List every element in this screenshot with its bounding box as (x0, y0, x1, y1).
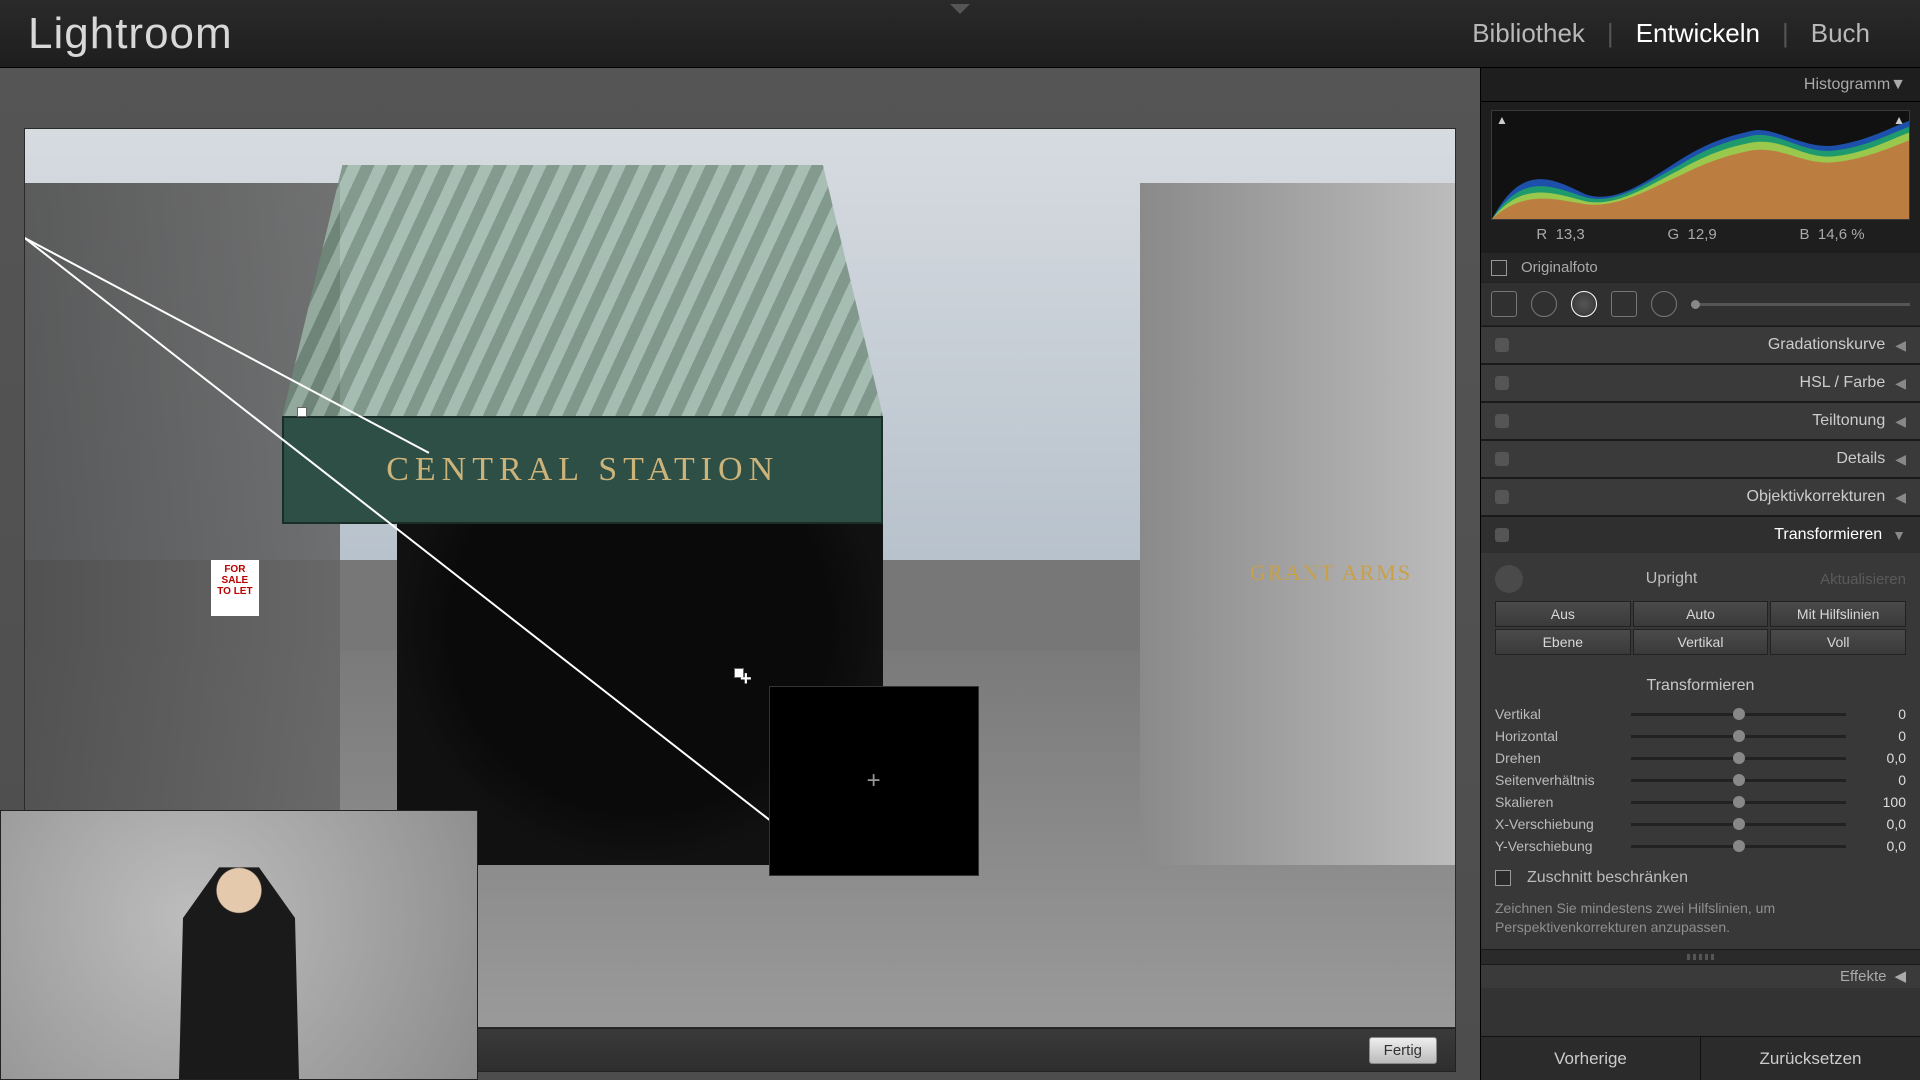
constrain-crop-label: Zuschnitt beschränken (1527, 869, 1688, 887)
chevron-left-icon: ◀ (1895, 337, 1906, 354)
histogram-header[interactable]: Histogramm ▼ (1481, 68, 1920, 102)
upright-label: Upright (1646, 570, 1698, 588)
panel-detail[interactable]: Details◀ (1481, 441, 1920, 477)
sign-for-sale: FOR SALETO LET (211, 560, 259, 616)
presenter-silhouette (139, 849, 339, 1079)
upright-aus[interactable]: Aus (1495, 601, 1631, 627)
chevron-left-icon: ◀ (1895, 413, 1906, 430)
upright-ebene[interactable]: Ebene (1495, 629, 1631, 655)
loupe-preview (769, 686, 979, 876)
nav-sep: | (1607, 18, 1614, 49)
right-panel: Histogramm ▼ ▲ ▲ R 13,3 G 12,9 (1480, 68, 1920, 1080)
panel-resize-grip[interactable] (1481, 950, 1920, 964)
chevron-left-icon: ◀ (1894, 967, 1906, 985)
local-tools-row (1481, 282, 1920, 326)
rgb-readout: R 13,3 G 12,9 B 14,6 % (1491, 220, 1910, 245)
right-footer: Vorherige Zurücksetzen (1481, 1036, 1920, 1080)
panel-splittoning[interactable]: Teiltonung◀ (1481, 403, 1920, 439)
guide-handle[interactable] (297, 407, 307, 417)
crop-tool-icon[interactable] (1491, 291, 1517, 317)
slider-yoffset[interactable]: Y-Verschiebung0,0 (1495, 835, 1906, 857)
clip-highlight-icon[interactable]: ▲ (1893, 113, 1905, 127)
panel-effects[interactable]: Effekte◀ (1481, 964, 1920, 988)
panel-transform[interactable]: Transformieren▼ (1481, 517, 1920, 553)
radial-tool-icon[interactable] (1651, 291, 1677, 317)
upright-auto[interactable]: Auto (1633, 601, 1769, 627)
redeye-tool-icon[interactable] (1571, 291, 1597, 317)
chevron-down-icon: ▼ (1892, 527, 1906, 543)
spot-tool-icon[interactable] (1531, 291, 1557, 317)
slider-rotate[interactable]: Drehen0,0 (1495, 747, 1906, 769)
cursor-crosshair-icon: + (740, 668, 752, 691)
panel-tonecurve[interactable]: Gradationskurve◀ (1481, 327, 1920, 363)
upright-hilfslinien[interactable]: Mit Hilfslinien (1770, 601, 1906, 627)
reset-button[interactable]: Zurücksetzen (1700, 1037, 1920, 1080)
slider-scale[interactable]: Skalieren100 (1495, 791, 1906, 813)
canvas-area: GRANT ARMS CENTRAL STATION FOR SALETO LE… (0, 68, 1480, 1080)
chevron-left-icon: ◀ (1895, 489, 1906, 506)
sign-grant-arms: GRANT ARMS (1250, 560, 1412, 586)
transform-sliders-title: Transformieren (1495, 677, 1906, 695)
nav-develop[interactable]: Entwickeln (1614, 18, 1782, 49)
webcam-overlay (0, 810, 478, 1080)
histogram-canvas[interactable]: ▲ ▲ (1491, 110, 1910, 220)
done-button[interactable]: Fertig (1369, 1037, 1437, 1064)
panel-lenscorr[interactable]: Objektivkorrekturen◀ (1481, 479, 1920, 515)
upright-voll[interactable]: Voll (1770, 629, 1906, 655)
brush-size-slider[interactable] (1691, 303, 1910, 306)
histogram-panel: ▲ ▲ R 13,3 G 12,9 B 14,6 % (1481, 102, 1920, 253)
slider-vertical[interactable]: Vertikal0 (1495, 703, 1906, 725)
chevron-down-icon: ▼ (1890, 76, 1906, 94)
transform-help-text: Zeichnen Sie mindestens zwei Hilfslinien… (1495, 899, 1906, 937)
upright-tool-icon[interactable] (1495, 565, 1523, 593)
upright-refresh[interactable]: Aktualisieren (1820, 571, 1906, 588)
originalfoto-label: Originalfoto (1521, 259, 1598, 276)
upright-mode-grid: Aus Auto Mit Hilfslinien Ebene Vertikal … (1495, 601, 1906, 655)
previous-button[interactable]: Vorherige (1481, 1037, 1700, 1080)
title-bar: Lightroom Bibliothek | Entwickeln | Buch (0, 0, 1920, 68)
module-nav: Bibliothek | Entwickeln | Buch (1450, 18, 1892, 49)
slider-horizontal[interactable]: Horizontal0 (1495, 725, 1906, 747)
slider-xoffset[interactable]: X-Verschiebung0,0 (1495, 813, 1906, 835)
nav-sep: | (1782, 18, 1789, 49)
app-title: Lightroom (28, 9, 233, 59)
clip-shadow-icon[interactable]: ▲ (1496, 113, 1508, 127)
upright-vertikal[interactable]: Vertikal (1633, 629, 1769, 655)
chevron-left-icon: ◀ (1895, 451, 1906, 468)
sign-central-station: CENTRAL STATION (386, 451, 779, 489)
nav-book[interactable]: Buch (1789, 18, 1892, 49)
originalfoto-checkbox[interactable] (1491, 260, 1507, 276)
slider-aspect[interactable]: Seitenverhältnis0 (1495, 769, 1906, 791)
nav-library[interactable]: Bibliothek (1450, 18, 1607, 49)
chevron-left-icon: ◀ (1895, 375, 1906, 392)
constrain-crop-checkbox[interactable] (1495, 870, 1511, 886)
panel-hsl[interactable]: HSL / Farbe◀ (1481, 365, 1920, 401)
gradient-tool-icon[interactable] (1611, 291, 1637, 317)
